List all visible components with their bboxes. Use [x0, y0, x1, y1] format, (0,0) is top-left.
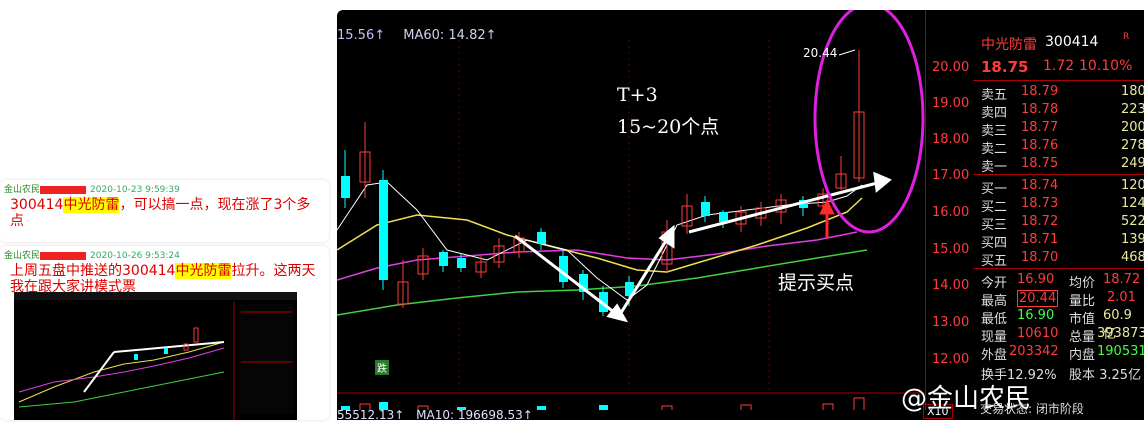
stock-code: 300414	[1045, 34, 1099, 50]
candlestick-chart[interactable]	[337, 10, 925, 410]
price-tick: 12.00	[932, 352, 970, 367]
bid-row: 买五 18.70 468	[981, 250, 1144, 269]
down-badge: 跌	[375, 360, 389, 375]
trade-state: 交易状态: 闭市阶段	[980, 402, 1084, 416]
price-tick: 13.00	[932, 315, 970, 330]
ask-row: 卖五 18.79 180	[981, 84, 1144, 103]
stock-name: 中光防雷	[981, 37, 1037, 53]
avg-value: 18.72	[1103, 272, 1141, 287]
ratio-label: 量比	[1069, 294, 1096, 309]
bid-row: 买三 18.72 522	[981, 214, 1144, 233]
candle	[457, 258, 466, 268]
message-time: 2020-10-23 9:59:39	[90, 185, 180, 195]
sender-name: 金山农民	[4, 185, 41, 195]
volume-value: 55512.13↑	[337, 408, 405, 420]
stock-code: 300414	[10, 197, 64, 213]
candle	[379, 180, 388, 280]
price-change-pct: 10.10%	[1079, 58, 1133, 74]
price-tick: 16.00	[932, 205, 970, 220]
volume-legend: 55512.13↑ MA10: 196698.53↑	[337, 408, 533, 420]
now-vol-label: 现量	[981, 330, 1008, 345]
divider	[973, 80, 1144, 81]
ask-row: 卖四 18.78 223	[981, 102, 1144, 121]
chat-message-1: 金山农民 2020-10-23 9:59:39 300414中光防雷，可以搞一点，…	[0, 180, 329, 242]
bid-row: 买一 18.74 120	[981, 178, 1144, 197]
message-text: 上周五盘中推送的300414	[10, 263, 176, 279]
stock-chart-window: 15.56↑ MA60: 14.82↑ 跌 20.44 T+3 15~20个点 …	[337, 10, 1144, 420]
redacted-bar	[40, 185, 87, 194]
avg-label: 均价	[1069, 276, 1096, 291]
thumbnail-chart-image	[14, 292, 297, 420]
ask-row: 卖一18.752499	[981, 156, 1144, 175]
divider	[973, 174, 1144, 175]
price-tick: 18.00	[932, 132, 970, 147]
trend-arrows	[514, 171, 892, 323]
annotation-points: 15~20个点	[617, 116, 720, 138]
mcap-label: 市值	[1069, 312, 1096, 327]
ma10-value: MA10: 196698.53↑	[416, 408, 533, 420]
total-vol-label: 总量	[1069, 330, 1096, 345]
chart-thumbnail[interactable]	[14, 292, 297, 420]
out-value: 203342	[1009, 344, 1059, 359]
total-vol-value: 393873	[1097, 326, 1144, 341]
open-label: 今开	[981, 276, 1008, 291]
price-change: 1.72	[1043, 58, 1075, 74]
quote-panel: 中光防雷 300414 R 18.75 1.72 10.10% 卖五 18.79 1…	[973, 10, 1144, 420]
now-vol-value: 10610	[1017, 326, 1059, 341]
candle	[537, 232, 546, 244]
ask-row: 卖三 18.77 200	[981, 120, 1144, 139]
low-value: 16.90	[1017, 308, 1055, 323]
high-value: 20.44	[1017, 290, 1059, 307]
out-label: 外盘	[981, 348, 1008, 363]
candle	[719, 212, 728, 222]
chat-panel: 金山农民 2020-10-23 9:59:39 300414中光防雷，可以搞一点，…	[0, 0, 337, 420]
candle	[701, 202, 710, 216]
price-tick: 15.00	[932, 242, 970, 257]
bid-row: 买四 18.71 139	[981, 232, 1144, 251]
price-tick: 19.00	[932, 96, 970, 111]
message-body: 300414中光防雷，可以搞一点，现在涨了3个多点	[0, 197, 329, 229]
message-meta: 金山农民 2020-10-26 9:53:24	[0, 246, 329, 263]
current-price: 18.75	[981, 58, 1029, 76]
low-label: 最低	[981, 312, 1008, 327]
price-tick: 20.00	[932, 60, 970, 75]
highlight-circle	[813, 10, 925, 234]
divider	[973, 268, 1144, 269]
message-time: 2020-10-26 9:53:24	[90, 251, 180, 261]
bid-row: 买二 18.73 124	[981, 196, 1144, 215]
message-body: 上周五盘中推送的300414中光防雷拉升。这两天我在跟大家讲模式票	[0, 263, 329, 295]
stock-name-highlight: 中光防雷	[63, 197, 120, 213]
annotation-t3: T+3	[617, 84, 658, 106]
in-value: 190531	[1097, 344, 1144, 359]
high-price-label: 20.44	[803, 46, 838, 60]
ratio-value: 2.01	[1107, 290, 1136, 305]
sender-name: 金山农民	[4, 251, 41, 261]
equity: 股本 3.25亿	[1069, 368, 1142, 383]
stock-name-highlight: 中光防雷	[175, 263, 232, 279]
redacted-bar	[40, 251, 87, 260]
candle	[341, 176, 350, 198]
candle	[439, 252, 448, 266]
stock-mark: R	[1123, 32, 1130, 42]
message-meta: 金山农民 2020-10-23 9:59:39	[0, 180, 329, 197]
ask-row: 卖二 18.76 278	[981, 138, 1144, 157]
high-label: 最高	[981, 294, 1008, 309]
price-axis: 20.00 19.00 18.00 17.00 16.00 15.00 14.0…	[925, 10, 974, 410]
price-tick: 14.00	[932, 278, 970, 293]
in-label: 内盘	[1069, 348, 1096, 363]
price-tick: 17.00	[932, 168, 970, 183]
annotation-buy-point: 提示买点	[778, 272, 855, 294]
open-value: 16.90	[1017, 272, 1055, 287]
